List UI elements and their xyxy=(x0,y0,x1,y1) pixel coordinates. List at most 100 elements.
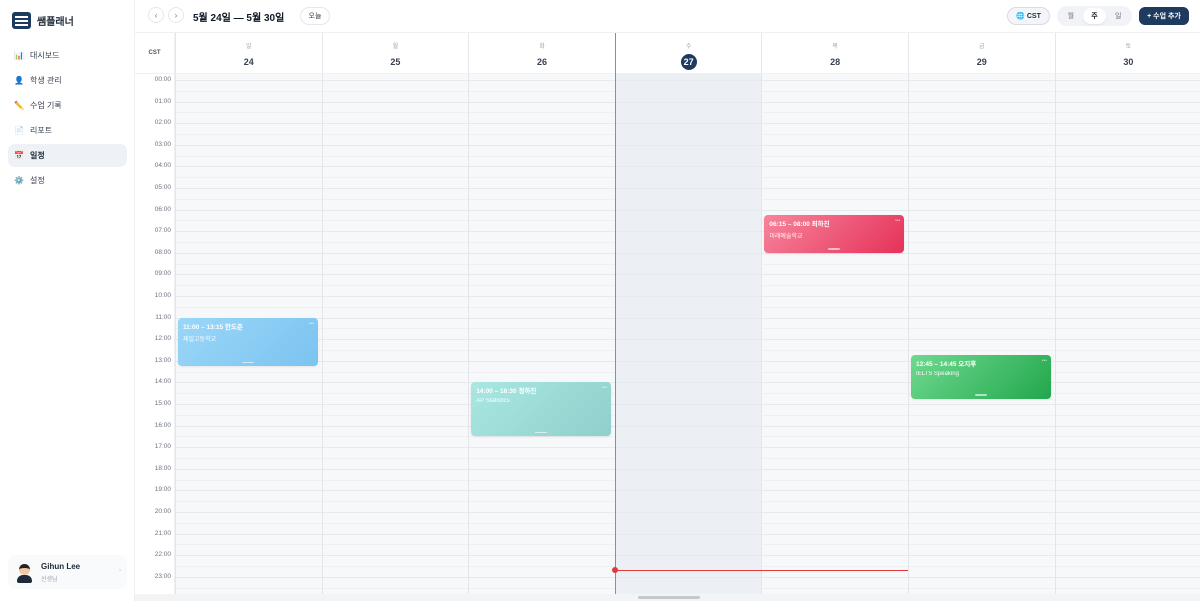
sidebar-item-label: 수업 기록 xyxy=(30,101,62,110)
view-option[interactable]: 월 xyxy=(1059,8,1083,24)
hour-gridline xyxy=(175,533,1200,535)
current-time-line xyxy=(614,569,908,571)
day-header[interactable]: 목 28 xyxy=(761,33,908,74)
hour-label: 17:00 xyxy=(154,443,171,451)
sidebar-item[interactable]: 📊 대시보드 xyxy=(8,44,127,67)
half-hour-gridline xyxy=(175,522,1200,524)
hour-label: 16:00 xyxy=(154,421,171,429)
sidebar-item[interactable]: 📄 리포트 xyxy=(8,119,127,142)
sidebar-item-label: 대시보드 xyxy=(30,51,60,60)
more-icon[interactable]: ••• xyxy=(309,321,314,327)
user-card[interactable]: Gihun Lee 선생님 › xyxy=(8,555,127,589)
weekday-label: 금 xyxy=(979,44,985,50)
hour-gridline xyxy=(175,425,1200,427)
weekday-label: 월 xyxy=(392,44,399,50)
event-time: 11:00 – 13:15 한도준 xyxy=(183,323,243,331)
hour-label: 02:00 xyxy=(154,119,171,127)
lesson-event[interactable]: 14:00 – 16:30 정하진 AP Statistics ••• xyxy=(471,382,612,437)
day-column-divider xyxy=(761,74,763,595)
date-number: 30 xyxy=(1123,57,1134,67)
hour-label: 07:00 xyxy=(154,227,171,235)
weekday-label: 일 xyxy=(246,44,252,50)
half-hour-gridline xyxy=(175,306,1200,308)
notebook-logo-icon xyxy=(12,11,31,29)
day-header[interactable]: 금 29 xyxy=(908,33,1055,74)
hour-label: 15:00 xyxy=(154,400,171,407)
person-icon: 👤 xyxy=(14,76,24,85)
sidebar-item-label: 설정 xyxy=(30,176,45,185)
more-icon[interactable]: ••• xyxy=(1042,358,1047,364)
event-time: 06:15 – 08:00 최하진 xyxy=(769,221,830,228)
hour-gridline xyxy=(175,166,1200,168)
hour-gridline xyxy=(175,209,1200,211)
lesson-event[interactable]: 12:45 – 14:45 오지후 IELTS Speaking ••• xyxy=(911,355,1051,399)
brand[interactable]: 쌤플래너 xyxy=(12,10,74,30)
day-column-divider xyxy=(321,74,323,595)
today-button[interactable]: 오늘 xyxy=(300,7,330,25)
hour-gridline xyxy=(175,252,1200,254)
more-icon[interactable]: ••• xyxy=(895,218,900,224)
hour-gridline xyxy=(175,101,1200,103)
event-subtitle: AP Statistics xyxy=(476,398,510,405)
half-hour-gridline xyxy=(175,112,1200,114)
horizontal-scrollbar[interactable] xyxy=(135,594,1200,601)
hour-label: 04:00 xyxy=(154,162,171,170)
sidebar-item[interactable]: 📅 일정 xyxy=(8,144,127,167)
user-role: 선생님 xyxy=(41,576,58,583)
half-hour-gridline xyxy=(175,263,1200,265)
event-time: 14:00 – 16:30 정하진 xyxy=(476,388,537,396)
prev-week-button[interactable]: ‹ xyxy=(148,7,164,23)
sidebar-item-label: 리포트 xyxy=(30,126,53,135)
sidebar-item-label: 일정 xyxy=(30,151,45,160)
hour-label: 19:00 xyxy=(154,486,171,494)
day-header[interactable]: 토 30 xyxy=(1054,33,1200,74)
lesson-event[interactable]: 06:15 – 08:00 최하진 미래예술학교 ••• xyxy=(764,215,905,253)
half-hour-gridline xyxy=(175,90,1200,92)
hour-gridline xyxy=(175,274,1200,276)
event-time: 12:45 – 14:45 오지후 xyxy=(916,361,977,369)
bar-chart-icon: 📊 xyxy=(14,51,24,60)
half-hour-gridline xyxy=(175,177,1200,179)
add-lesson-button[interactable]: + 수업 추가 xyxy=(1139,7,1189,25)
hour-gridline xyxy=(175,404,1200,405)
timezone-corner-label: CST xyxy=(135,33,175,74)
day-header[interactable]: 화 26 xyxy=(468,33,615,74)
day-header[interactable]: 수 27 xyxy=(614,33,762,74)
day-column-divider xyxy=(468,74,470,595)
hour-gridline xyxy=(175,512,1200,513)
hour-gridline xyxy=(175,231,1200,233)
day-header[interactable]: 월 25 xyxy=(321,33,469,74)
timezone-button[interactable]: 🌐 CST xyxy=(1007,7,1050,25)
hour-gridline xyxy=(175,144,1200,146)
calendar-icon: 📅 xyxy=(14,151,24,160)
half-hour-gridline xyxy=(175,458,1200,459)
sidebar-item[interactable]: ⚙️ 설정 xyxy=(8,169,127,192)
timezone-label: CST xyxy=(1026,12,1041,20)
view-option[interactable]: 일 xyxy=(1106,8,1130,24)
lesson-event[interactable]: 11:00 – 13:15 한도준 제일고등학교 ••• xyxy=(178,317,318,367)
hour-label: 13:00 xyxy=(154,356,171,364)
half-hour-gridline xyxy=(175,350,1200,351)
weekday-label: 토 xyxy=(1125,44,1132,50)
resize-handle[interactable] xyxy=(242,361,254,364)
sidebar-item[interactable]: ✏️ 수업 기록 xyxy=(8,94,127,117)
hour-label: 22:00 xyxy=(154,551,171,559)
resize-handle[interactable] xyxy=(975,394,987,396)
document-icon: 📄 xyxy=(14,126,24,135)
hour-label: 09:00 xyxy=(154,270,171,278)
day-header[interactable]: 일 24 xyxy=(175,33,322,74)
hour-label: 05:00 xyxy=(154,184,171,191)
view-option[interactable]: 주 xyxy=(1082,8,1107,24)
calendar-toolbar: ‹ › 5월 24일 — 5월 30일 오늘 🌐 CST 월주일 + 수업 추가 xyxy=(135,0,1200,32)
half-hour-gridline xyxy=(175,134,1200,135)
view-switcher: 월주일 xyxy=(1057,6,1132,26)
next-week-button[interactable]: › xyxy=(168,7,184,23)
scrollbar-thumb[interactable] xyxy=(638,596,700,599)
time-grid[interactable]: 00:00 01:00 02:00 03:00 04:00 05:00 06:00 07:00… xyxy=(135,33,1200,595)
resize-handle[interactable] xyxy=(535,431,548,434)
more-icon[interactable]: ••• xyxy=(602,385,607,391)
half-hour-gridline xyxy=(175,566,1200,567)
hour-label: 14:00 xyxy=(154,378,171,386)
sidebar-item[interactable]: 👤 학생 관리 xyxy=(8,69,127,92)
resize-handle[interactable] xyxy=(828,248,841,250)
